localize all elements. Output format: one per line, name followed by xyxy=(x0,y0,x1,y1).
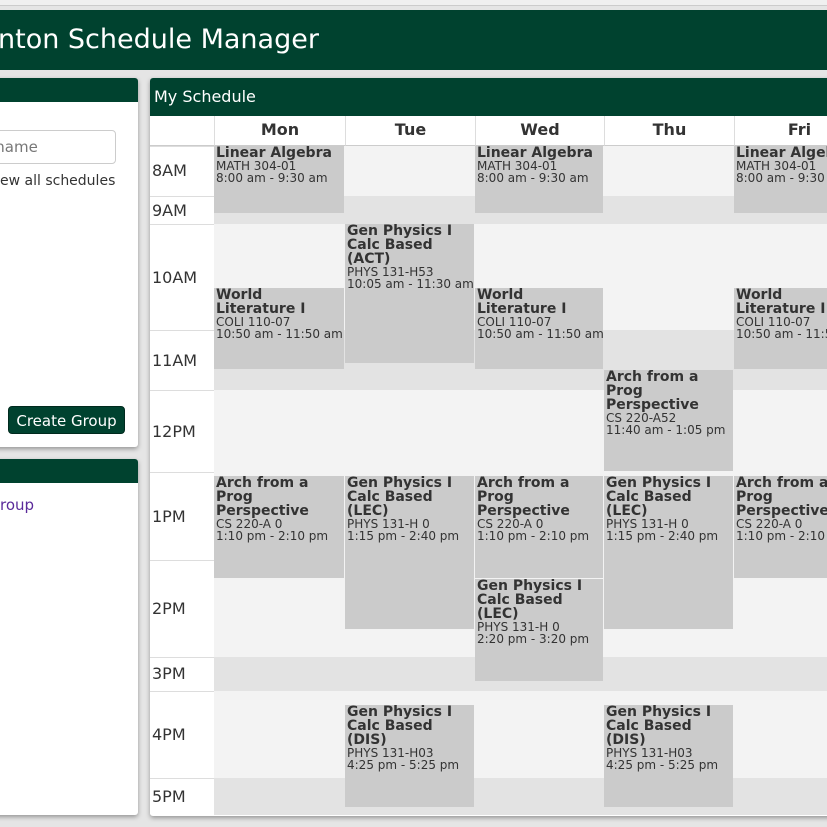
course-time: 1:10 pm - 2:10 pm xyxy=(216,529,329,543)
course-time: 2:20 pm - 3:20 pm xyxy=(477,632,590,646)
course-time: 1:10 pm - 2:10 pm xyxy=(477,529,590,543)
hour-label: 5PM xyxy=(150,778,214,815)
course-event[interactable]: Gen Physics I Calc Based (ACT) PHYS 131-H… xyxy=(345,224,474,363)
app-header: nton Schedule Manager xyxy=(0,10,827,70)
hour-label: 8AM xyxy=(150,146,214,196)
course-title: Arch from a Prog Perspective xyxy=(606,370,699,413)
course-title: Gen Physics I Calc Based (LEC) xyxy=(347,476,453,519)
course-event[interactable]: World Literature I COLI 110-07 10:50 am - … xyxy=(475,288,603,369)
course-time: 10:50 am - 11:50 am xyxy=(736,327,827,341)
course-time: 1:15 pm - 2:40 pm xyxy=(347,529,460,543)
course-title: Linear Algebra xyxy=(216,146,332,161)
course-event[interactable]: Gen Physics I Calc Based (LEC) PHYS 131-H… xyxy=(345,476,474,629)
view-all-schedules-toggle[interactable]: ew all schedules xyxy=(0,173,115,189)
course-time: 4:25 pm - 5:25 pm xyxy=(347,758,460,772)
course-title: World Literature I xyxy=(216,288,306,317)
course-time: 8:00 am - 9:30 am xyxy=(216,171,328,185)
course-time: 8:00 am - 9:30 am xyxy=(477,171,589,185)
course-title: World Literature I xyxy=(477,288,567,317)
group-link[interactable]: roup xyxy=(0,496,34,514)
day-header-mon: Mon xyxy=(214,116,345,146)
course-time: 11:40 am - 1:05 pm xyxy=(606,423,726,437)
hour-label: 10AM xyxy=(150,224,214,330)
course-title: Arch from a Prog Perspective xyxy=(216,476,309,519)
hour-label: 4PM xyxy=(150,691,214,778)
course-time: 8:00 am - 9:30 am xyxy=(736,171,827,185)
course-title: Gen Physics I Calc Based (LEC) xyxy=(606,476,712,519)
course-event[interactable]: Gen Physics I Calc Based (LEC) PHYS 131-H… xyxy=(604,476,733,629)
group-search-input[interactable]: p name xyxy=(0,130,116,164)
course-event[interactable]: Arch from a Prog Perspective CS 220-A 0 1:… xyxy=(214,476,344,578)
hour-label: 1PM xyxy=(150,472,214,560)
app-root: nton Schedule Manager p name ew all sche… xyxy=(0,0,827,827)
day-header-fri: Fri xyxy=(734,116,827,146)
search-panel-header xyxy=(0,78,138,102)
course-time: 1:15 pm - 2:40 pm xyxy=(606,529,719,543)
course-time: 1:10 pm - 2:10 pm xyxy=(736,529,827,543)
app-title: nton Schedule Manager xyxy=(0,24,319,55)
course-event[interactable]: World Literature I COLI 110-07 10:50 am - … xyxy=(214,288,344,369)
course-event[interactable]: Gen Physics I Calc Based (LEC) PHYS 131-H… xyxy=(475,579,603,681)
hour-row-band xyxy=(214,778,827,815)
search-panel: p name ew all schedules Create Group xyxy=(0,78,138,447)
course-title: Gen Physics I Calc Based (DIS) xyxy=(347,705,453,748)
course-event[interactable]: Linear AlgebraMATH 304-018:00 am - 9:30 … xyxy=(734,146,827,213)
hour-label: 3PM xyxy=(150,657,214,691)
day-header-thu: Thu xyxy=(604,116,734,146)
course-time: 10:50 am - 11:50 am xyxy=(477,327,603,341)
schedule-panel-title: My Schedule xyxy=(150,78,827,116)
course-title: Linear Algebra xyxy=(736,146,827,161)
course-title: Gen Physics I Calc Based (LEC) xyxy=(477,579,583,622)
day-header-tue: Tue xyxy=(345,116,475,146)
course-event[interactable]: Arch from a Prog Perspective CS 220-A 0 1:… xyxy=(475,476,603,578)
browser-top-edge xyxy=(0,0,827,6)
course-event[interactable]: Linear AlgebraMATH 304-018:00 am - 9:30 … xyxy=(214,146,344,213)
course-event[interactable]: World Literature I COLI 110-07 10:50 am - … xyxy=(734,288,827,369)
corner-cell xyxy=(150,116,214,146)
course-event[interactable]: Arch from a Prog Perspective CS 220-A52 11… xyxy=(604,370,733,471)
course-title: Arch from a Prog Perspective xyxy=(736,476,827,519)
course-title: World Literature I xyxy=(736,288,826,317)
hour-label: 11AM xyxy=(150,330,214,390)
schedule-panel: My Schedule Mon Tue Wed Thu Fri 8AM 9AM 10… xyxy=(150,78,827,816)
schedule-grid: Mon Tue Wed Thu Fri 8AM 9AM 10AM 11AM 12PM 1P… xyxy=(150,116,827,816)
course-title: Gen Physics I Calc Based (ACT) xyxy=(347,224,453,267)
course-event[interactable]: Gen Physics I Calc Based (DIS) PHYS 131-H… xyxy=(345,705,474,807)
groups-panel-header xyxy=(0,459,138,483)
day-header-wed: Wed xyxy=(475,116,604,146)
course-event[interactable]: Linear AlgebraMATH 304-018:00 am - 9:30 … xyxy=(475,146,603,213)
course-title: Arch from a Prog Perspective xyxy=(477,476,570,519)
course-time: 10:05 am - 11:30 am xyxy=(347,277,474,291)
course-time: 4:25 pm - 5:25 pm xyxy=(606,758,719,772)
groups-panel: roup xyxy=(0,459,138,815)
create-group-button[interactable]: Create Group xyxy=(8,406,125,434)
course-title: Linear Algebra xyxy=(477,146,593,161)
course-event[interactable]: Arch from a Prog Perspective CS 220-A 0 1:… xyxy=(734,476,827,578)
hour-row-band xyxy=(214,691,827,778)
hour-row-band xyxy=(214,390,827,472)
course-event[interactable]: Gen Physics I Calc Based (DIS) PHYS 131-H… xyxy=(604,705,733,807)
hour-label: 2PM xyxy=(150,560,214,657)
hour-label: 12PM xyxy=(150,390,214,472)
hour-label: 9AM xyxy=(150,196,214,224)
course-title: Gen Physics I Calc Based (DIS) xyxy=(606,705,712,748)
course-time: 10:50 am - 11:50 am xyxy=(216,327,343,341)
